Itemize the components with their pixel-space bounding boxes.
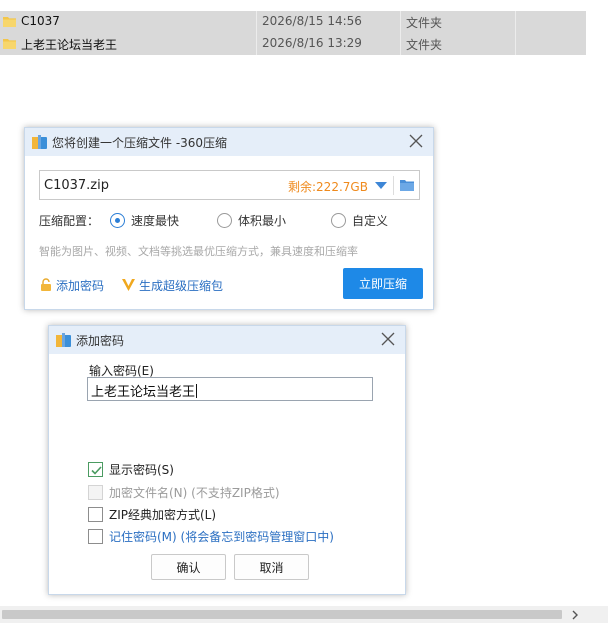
compress-config-label: 压缩配置： <box>39 214 100 228</box>
dialog-title: 添加密码 <box>76 334 125 348</box>
archive-app-icon <box>56 333 71 347</box>
compress-now-button[interactable]: 立即压缩 <box>343 268 423 299</box>
radio-label: 自定义 <box>352 213 389 228</box>
radio-circle[interactable] <box>110 212 125 228</box>
encrypt-filename-checkbox: 加密文件名(N) (不支持ZIP格式) <box>88 484 280 500</box>
zip-classic-encryption-checkbox[interactable]: ZIP经典加密方式(L) <box>88 506 216 522</box>
radio-label: 速度最快 <box>131 213 180 228</box>
checkbox-box[interactable] <box>88 528 103 544</box>
file-row-laowang[interactable]: 上老王论坛当老王 2026/8/16 13:29 文件夹 <box>0 33 586 55</box>
checkbox-label: ZIP经典加密方式(L) <box>109 507 217 522</box>
file-name: 上老王论坛当老王 <box>21 38 118 52</box>
divider <box>393 176 394 195</box>
compress-dialog: 您将创建一个压缩文件 -360压缩 C1037.zip 剩余:222.7GB 压… <box>24 127 434 310</box>
radio-circle[interactable] <box>331 212 346 228</box>
password-dialog: 添加密码 输入密码(E) 上老王论坛当老王 显示密码(S) 加密文件名(N) (… <box>48 325 406 595</box>
ok-button[interactable]: 确认 <box>151 554 226 580</box>
archive-filename[interactable]: C1037.zip <box>44 178 109 193</box>
archive-path-field[interactable]: C1037.zip 剩余:222.7GB <box>39 170 420 200</box>
super-pack-label: 生成超级压缩包 <box>139 278 224 293</box>
password-text: 上老王论坛当老王 <box>91 385 196 400</box>
close-icon[interactable] <box>407 132 425 150</box>
file-type: 文件夹 <box>406 38 443 52</box>
radio-label: 体积最小 <box>238 213 287 228</box>
checkbox-label: 显示密码(S) <box>109 462 174 477</box>
dialog-title-bar[interactable]: 添加密码 <box>49 326 405 354</box>
chevron-right-icon[interactable] <box>570 608 580 622</box>
folder-icon <box>3 17 16 27</box>
remember-password-checkbox[interactable]: 记住密码(M) (将会备忘到密码管理窗口中) <box>88 528 334 544</box>
add-password-link[interactable]: 添加密码 <box>39 276 104 294</box>
lock-icon <box>41 278 51 291</box>
text-caret <box>196 384 198 398</box>
file-row-c1037[interactable]: C1037 2026/8/15 14:56 文件夹 <box>0 11 586 33</box>
add-password-label: 添加密码 <box>56 278 105 293</box>
compress-hint: 智能为图片、视频、文档等挑选最优压缩方式，兼具速度和压缩率 <box>39 245 358 258</box>
radio-fastest[interactable]: 速度最快 <box>110 212 179 228</box>
checkbox-label: 加密文件名(N) (不支持ZIP格式) <box>109 485 280 500</box>
file-name: C1037 <box>21 14 60 28</box>
cancel-button[interactable]: 取消 <box>234 554 309 580</box>
horizontal-scrollbar[interactable] <box>0 606 608 623</box>
dialog-title-bar[interactable]: 您将创建一个压缩文件 -360压缩 <box>25 128 433 156</box>
folder-icon <box>3 39 16 49</box>
dialog-title: 您将创建一个压缩文件 -360压缩 <box>52 136 228 150</box>
checkmark-icon <box>91 465 102 475</box>
password-value[interactable]: 上老王论坛当老王 <box>91 381 198 400</box>
password-input[interactable]: 上老王论坛当老王 <box>87 377 373 401</box>
chevron-down-icon[interactable] <box>374 179 388 191</box>
file-type: 文件夹 <box>406 16 443 30</box>
close-icon[interactable] <box>379 330 397 348</box>
checkbox-box[interactable] <box>88 506 103 522</box>
checkbox-box[interactable] <box>88 461 103 477</box>
archive-app-icon <box>32 135 47 149</box>
radio-custom[interactable]: 自定义 <box>331 212 388 228</box>
radio-circle[interactable] <box>217 212 232 228</box>
radio-smallest[interactable]: 体积最小 <box>217 212 286 228</box>
checkbox-label: 记住密码(M) (将会备忘到密码管理窗口中) <box>109 529 334 544</box>
disk-remaining: 剩余:222.7GB <box>288 180 368 194</box>
file-date: 2026/8/16 13:29 <box>262 36 362 50</box>
show-password-checkbox[interactable]: 显示密码(S) <box>88 461 174 477</box>
file-date: 2026/8/15 14:56 <box>262 14 362 28</box>
checkbox-box <box>88 484 103 500</box>
browse-folder-icon[interactable] <box>399 178 415 192</box>
v-badge-icon <box>122 279 135 291</box>
scrollbar-thumb[interactable] <box>2 610 562 619</box>
super-pack-link[interactable]: 生成超级压缩包 <box>121 276 223 294</box>
screen: C1037 2026/8/15 14:56 文件夹 上老王论坛当老王 2026/… <box>0 0 608 629</box>
